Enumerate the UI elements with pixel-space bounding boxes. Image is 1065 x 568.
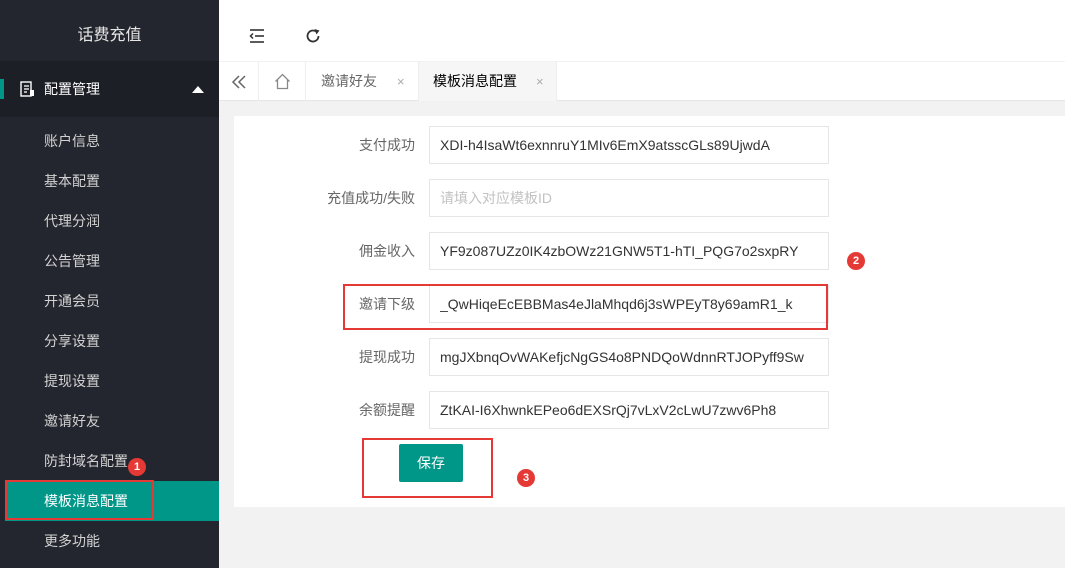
tab-label: 邀请好友 bbox=[321, 73, 377, 89]
recharge-result-template-input[interactable] bbox=[429, 179, 829, 217]
step-badge: 1 bbox=[128, 458, 146, 476]
form-row-commission-income: 佣金收入 bbox=[234, 232, 1065, 270]
commission-income-template-input[interactable] bbox=[429, 232, 829, 270]
tab-template-message-config[interactable]: 模板消息配置 × bbox=[418, 62, 557, 101]
sidebar-item-domain-config[interactable]: 防封域名配置 bbox=[0, 441, 219, 481]
active-section-marker bbox=[0, 79, 4, 99]
field-label: 支付成功 bbox=[359, 137, 415, 153]
tab-invite-friends[interactable]: 邀请好友 × bbox=[307, 62, 417, 101]
sidebar-item-basic-config[interactable]: 基本配置 bbox=[0, 161, 219, 201]
withdraw-success-template-input[interactable] bbox=[429, 338, 829, 376]
highlight-box-sidebar bbox=[5, 480, 154, 520]
tab-label: 模板消息配置 bbox=[433, 73, 517, 89]
form-row-payment-success: 支付成功 bbox=[234, 126, 1065, 164]
sidebar-item-membership[interactable]: 开通会员 bbox=[0, 281, 219, 321]
form-row-recharge-result: 充值成功/失败 bbox=[234, 179, 1065, 217]
sidebar-item-announcements[interactable]: 公告管理 bbox=[0, 241, 219, 281]
form-row-balance-reminder: 余额提醒 bbox=[234, 391, 1065, 429]
sidebar-item-withdraw-settings[interactable]: 提现设置 bbox=[0, 361, 219, 401]
close-icon[interactable]: × bbox=[536, 62, 544, 101]
sidebar-section-label: 配置管理 bbox=[44, 81, 100, 97]
home-icon bbox=[275, 73, 290, 90]
top-header bbox=[219, 11, 1065, 61]
tab-bar: 邀请好友 × 模板消息配置 × bbox=[219, 61, 1065, 101]
close-icon[interactable]: × bbox=[397, 62, 405, 101]
step-badge: 2 bbox=[847, 252, 865, 270]
double-chevron-left-icon bbox=[231, 75, 246, 89]
tab-home[interactable] bbox=[259, 62, 306, 101]
field-label: 佣金收入 bbox=[359, 243, 415, 259]
sidebar-item-more-features[interactable]: 更多功能 bbox=[0, 521, 219, 561]
sidebar-section-config[interactable]: 配置管理 bbox=[0, 61, 219, 117]
field-label: 充值成功/失败 bbox=[327, 190, 415, 206]
refresh-icon[interactable] bbox=[304, 27, 322, 45]
menu-collapse-icon[interactable] bbox=[248, 27, 266, 45]
app-title: 话费充值 bbox=[0, 11, 219, 61]
sidebar-item-agent-profit[interactable]: 代理分润 bbox=[0, 201, 219, 241]
form-row-withdraw-success: 提现成功 bbox=[234, 338, 1065, 376]
field-label: 余额提醒 bbox=[359, 402, 415, 418]
step-badge: 3 bbox=[517, 469, 535, 487]
sidebar-item-share-settings[interactable]: 分享设置 bbox=[0, 321, 219, 361]
caret-up-icon[interactable] bbox=[192, 86, 204, 93]
highlight-box-save bbox=[362, 438, 493, 498]
sidebar-item-invite-friends[interactable]: 邀请好友 bbox=[0, 401, 219, 441]
document-icon bbox=[20, 81, 34, 97]
highlight-box-field bbox=[343, 284, 828, 330]
balance-reminder-template-input[interactable] bbox=[429, 391, 829, 429]
field-label: 提现成功 bbox=[359, 349, 415, 365]
sidebar-item-account-info[interactable]: 账户信息 bbox=[0, 121, 219, 161]
tab-scroll-left[interactable] bbox=[219, 62, 259, 101]
payment-success-template-input[interactable] bbox=[429, 126, 829, 164]
